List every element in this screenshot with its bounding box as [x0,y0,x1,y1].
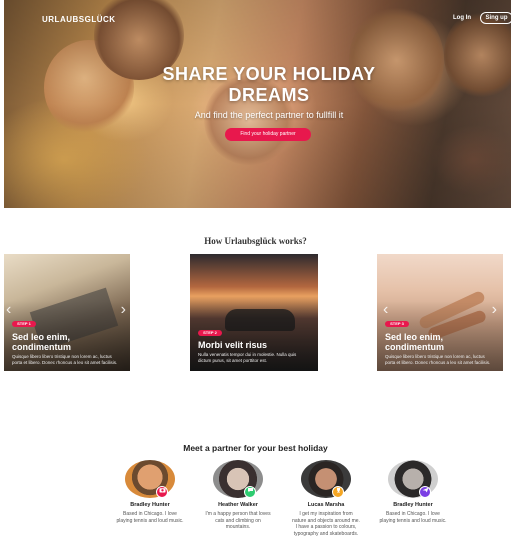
step-card-1[interactable]: ‹ › STEP 1 Sed leo enim, condimentum Qui… [4,254,130,371]
step-text: Quisque libero libero tristique non lore… [385,354,491,365]
step-1-next-arrow[interactable]: › [121,302,126,318]
signup-button[interactable]: Sing up [480,12,511,24]
partner-name: Bradley Hunter [393,502,433,508]
partner-name: Bradley Hunter [130,502,170,508]
trophy-icon [332,486,344,498]
partner-name: Heather Walker [218,502,258,508]
step-card-3[interactable]: ‹ › STEP 3 Sed leo enim, condimentum Qui… [377,254,503,371]
step-badge: STEP 1 [12,321,36,327]
step-badge: STEP 3 [385,321,409,327]
how-it-works-title: How Urlaubsglück works? [204,236,307,246]
login-link[interactable]: Log In [453,15,471,21]
find-partner-button[interactable]: Find your holiday partner [225,128,311,141]
partner-bio: I get my inspiration from nature and obj… [292,511,360,537]
hero-banner: URLAUBSGLÜCK Log In Sing up SHARE YOUR H… [4,0,511,208]
step-3-next-arrow[interactable]: › [492,302,497,318]
step-card-2[interactable]: STEP 2 Morbi velit risus Nulla venenatis… [190,254,318,371]
partner-name: Lucas Marsha [307,502,345,508]
partners-title: Meet a partner for your best holiday [183,443,328,453]
step-3-prev-arrow[interactable]: ‹ [383,302,388,318]
partner-bio: Based in Chicago. I love playing tennis … [116,511,184,524]
chat-icon [244,486,256,498]
plane-icon [419,486,431,498]
hero-subheadline: And find the perfect partner to fullfill… [194,110,344,120]
hero-headline: SHARE YOUR HOLIDAY DREAMS [162,64,376,105]
step-title: Morbi velit risus [198,340,268,350]
camera-icon [156,486,168,498]
partner-bio: I'm a happy person that loves cats and c… [205,511,271,530]
step-1-prev-arrow[interactable]: ‹ [6,302,11,318]
step-badge: STEP 2 [198,330,222,336]
partner-bio: Based in Chicago. I love playing tennis … [379,511,447,524]
step-text: Quisque libero libero tristique non lore… [12,354,118,365]
step-text: Nulla venenatis tempor dui in molestie. … [198,352,297,363]
brand-logo[interactable]: URLAUBSGLÜCK [42,15,116,24]
step-title: Sed leo enim, condimentum [385,332,445,352]
step-title: Sed leo enim, condimentum [12,332,72,352]
